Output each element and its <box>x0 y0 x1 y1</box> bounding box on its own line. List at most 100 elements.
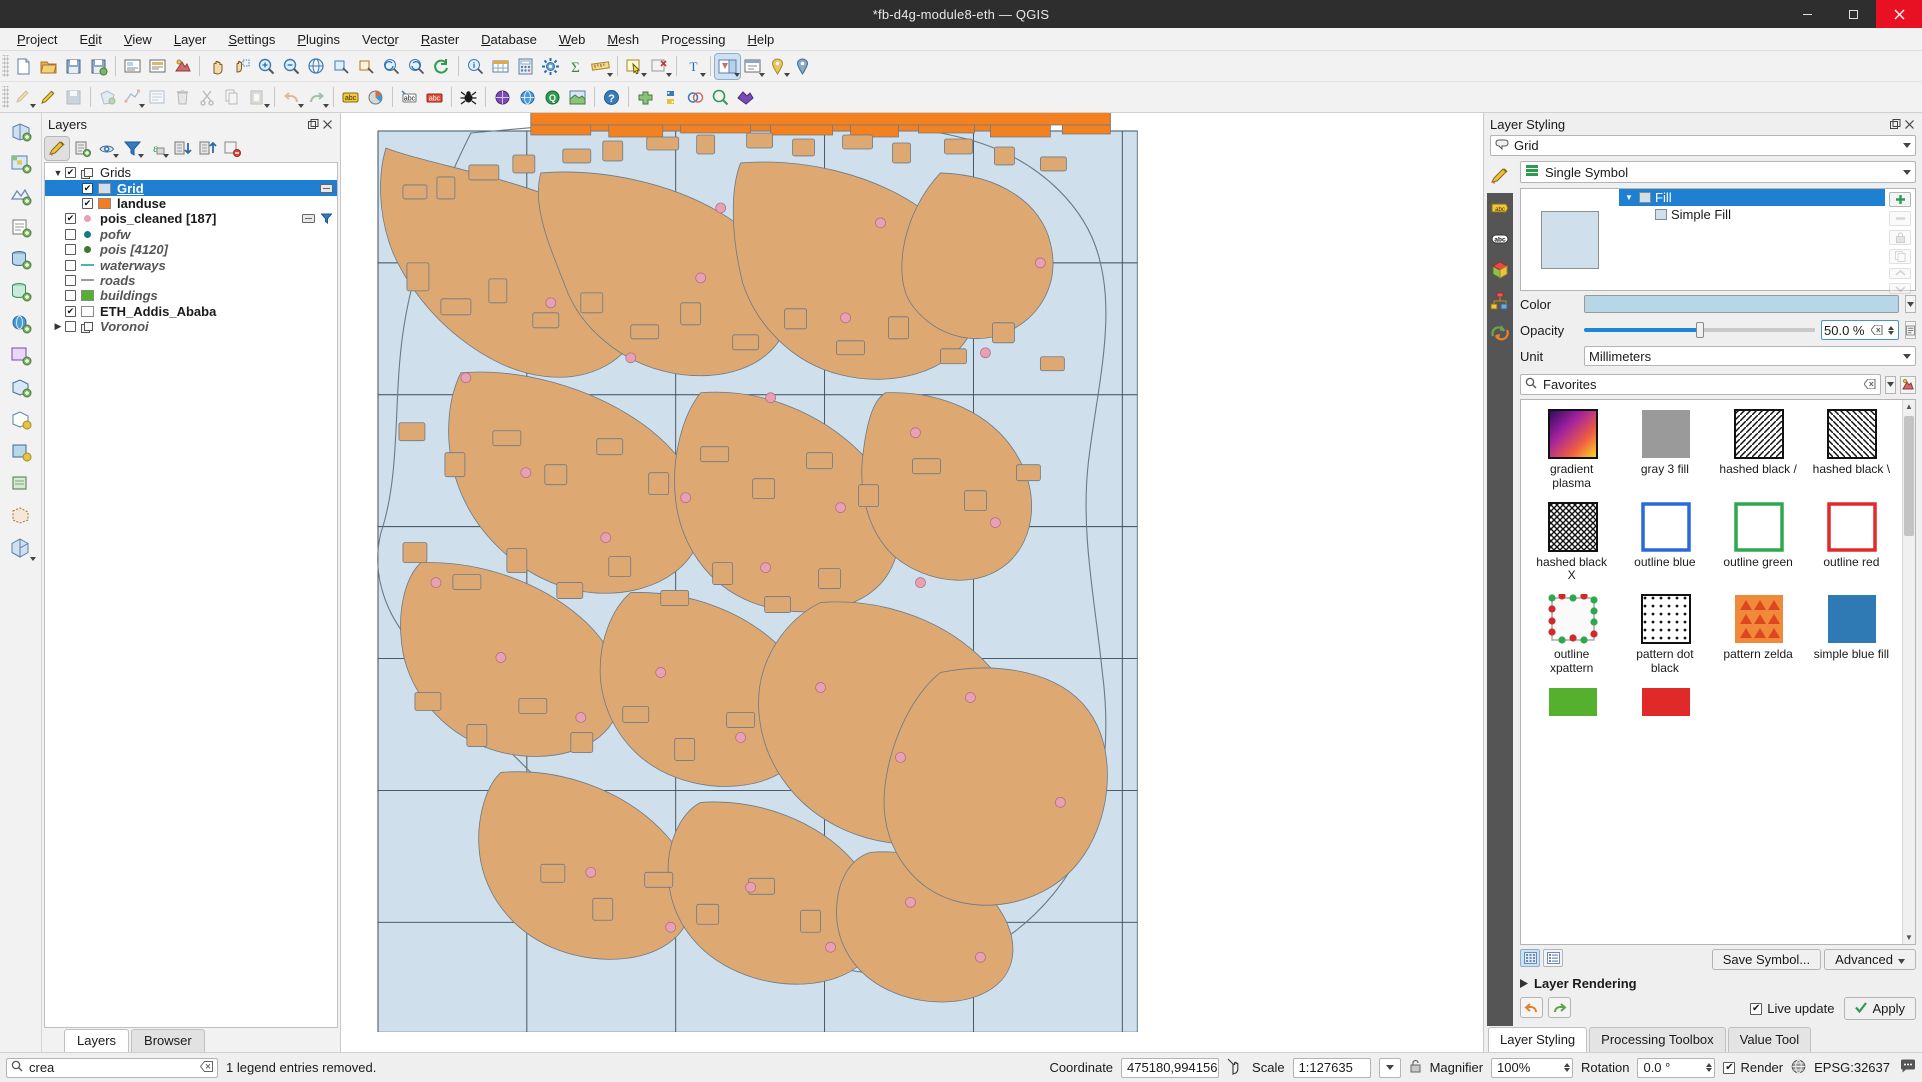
openlayers-button[interactable] <box>565 85 590 110</box>
opacity-data-defined-icon[interactable] <box>1905 321 1916 339</box>
symbol-gallery-item[interactable] <box>1618 686 1711 751</box>
lock-symbol-layer-button[interactable] <box>1889 230 1911 245</box>
scroll-up-icon[interactable]: ▲ <box>1903 400 1915 413</box>
move-symbol-layer-up-button[interactable] <box>1889 268 1911 279</box>
icon-view-button[interactable] <box>1520 949 1540 967</box>
symbol-gallery-item[interactable]: outline green <box>1712 501 1805 594</box>
layer-visibility-checkbox[interactable] <box>65 259 76 271</box>
filter-legend-expression-button[interactable]: ε <box>145 137 169 160</box>
menu-web[interactable]: Web <box>548 29 597 50</box>
zoom-last-button[interactable] <box>379 54 404 79</box>
pan-map-button[interactable] <box>204 54 229 79</box>
paste-features-button[interactable] <box>245 85 270 110</box>
maximize-button[interactable] <box>1830 0 1876 28</box>
symbol-gallery-item[interactable]: simple blue fill <box>1805 593 1898 686</box>
map-canvas-container[interactable] <box>341 113 1484 1052</box>
edit-buffer-icon[interactable] <box>319 182 334 195</box>
zoom-to-layer-button[interactable] <box>354 54 379 79</box>
close-icon[interactable] <box>1902 117 1916 131</box>
style-manager-button[interactable] <box>170 54 195 79</box>
tab-browser[interactable]: Browser <box>131 1029 205 1052</box>
tab-layers[interactable]: Layers <box>64 1029 130 1052</box>
expand-collapse-icon[interactable]: ▼ <box>51 168 65 178</box>
refresh-button[interactable] <box>429 54 454 79</box>
symbology-tab-icon[interactable] <box>1486 162 1514 190</box>
deselect-features-button[interactable] <box>647 54 672 79</box>
web-browser-button[interactable] <box>515 85 540 110</box>
apply-button[interactable]: Apply <box>1844 997 1916 1020</box>
color-dropdown-icon[interactable] <box>1905 295 1916 313</box>
layer-row[interactable]: ETH_Addis_Ababa <box>45 304 337 319</box>
diagram-properties-button[interactable] <box>363 85 388 110</box>
style-manager-icon[interactable] <box>1900 375 1916 394</box>
save-project-as-button[interactable] <box>86 54 111 79</box>
symbol-gallery-item[interactable]: outline blue <box>1618 501 1711 594</box>
add-polygon-feature-button[interactable] <box>95 85 120 110</box>
menu-view[interactable]: View <box>113 29 163 50</box>
unit-selector[interactable]: Millimeters <box>1584 346 1916 366</box>
lock-scale-icon[interactable] <box>1409 1059 1422 1077</box>
delete-selected-button[interactable] <box>170 85 195 110</box>
opacity-slider[interactable] <box>1584 321 1815 339</box>
symbol-gallery-item[interactable]: gradient plasma <box>1525 408 1618 501</box>
add-mesh-layer-button[interactable] <box>6 181 36 211</box>
menu-processing[interactable]: Processing <box>650 29 736 50</box>
add-group-button[interactable] <box>70 137 94 160</box>
zoom-out-button[interactable] <box>279 54 304 79</box>
scale-dropdown-button[interactable] <box>1378 1057 1401 1078</box>
opacity-spinbox[interactable]: 50.0 % <box>1821 320 1899 340</box>
move-symbol-layer-down-button[interactable] <box>1889 283 1911 294</box>
menu-mesh[interactable]: Mesh <box>596 29 650 50</box>
layer-labeling-button[interactable]: abc <box>338 85 363 110</box>
metasearch-button[interactable] <box>490 85 515 110</box>
clear-search-icon[interactable] <box>199 1060 213 1075</box>
symbol-gallery-item[interactable]: hashed black \ <box>1805 408 1898 501</box>
add-delimited-text-layer-button[interactable] <box>6 213 36 243</box>
geoprocessing-button[interactable] <box>683 85 708 110</box>
add-geo-tag-button[interactable] <box>765 54 790 79</box>
renderer-selector[interactable]: Single Symbol <box>1520 161 1916 183</box>
zoom-locator-button[interactable] <box>708 85 733 110</box>
layer-row[interactable]: ▼ Grids <box>45 165 337 180</box>
scale-field[interactable]: 1:127635 <box>1292 1057 1371 1078</box>
layer-row[interactable]: roads <box>45 273 337 288</box>
expand-triangle-icon[interactable] <box>1520 976 1528 991</box>
symbol-gallery-item[interactable] <box>1525 686 1618 751</box>
styling-redo-button[interactable] <box>1548 997 1571 1018</box>
magnifier-stepper[interactable] <box>1564 1063 1571 1072</box>
layer-visibility-checkbox[interactable] <box>65 290 76 302</box>
highlight-labels-button[interactable]: abc <box>422 85 447 110</box>
symbol-layer-tree[interactable]: ▼ Fill Simple Fill <box>1619 189 1885 290</box>
add-vector-layer-button[interactable] <box>6 117 36 147</box>
opacity-stepper[interactable] <box>1885 325 1896 335</box>
qgis2web-button[interactable]: Q <box>540 85 565 110</box>
expand-all-button[interactable] <box>170 137 194 160</box>
live-update-check-icon[interactable] <box>1750 1002 1763 1015</box>
pan-to-selection-button[interactable] <box>229 54 254 79</box>
rotation-spinbox[interactable]: 0.0 ° <box>1637 1057 1716 1078</box>
symbol-search-input[interactable]: Favorites <box>1520 374 1881 395</box>
chevron-down-icon[interactable] <box>1903 353 1911 359</box>
open-layer-styling-panel-button[interactable] <box>44 136 70 161</box>
collapse-all-button[interactable] <box>195 137 219 160</box>
identify-features-button[interactable]: i <box>463 54 488 79</box>
current-edits-button[interactable] <box>11 85 36 110</box>
add-raster-layer-button[interactable] <box>6 149 36 179</box>
save-project-button[interactable] <box>61 54 86 79</box>
filter-icon[interactable] <box>319 212 334 225</box>
layer-visibility-checkbox[interactable] <box>65 305 76 317</box>
layer-row[interactable]: pois [4120] <box>45 242 337 257</box>
layer-row[interactable]: waterways <box>45 257 337 273</box>
layer-visibility-checkbox[interactable] <box>65 228 76 240</box>
menu-vector[interactable]: Vector <box>351 29 410 50</box>
menu-project[interactable]: Project <box>6 29 68 50</box>
chevron-down-icon[interactable] <box>1903 169 1911 175</box>
epsg-label[interactable]: EPSG:32637 <box>1814 1060 1890 1075</box>
3d-view-tab-icon[interactable] <box>1489 259 1511 281</box>
scrollbar-thumb[interactable] <box>1904 416 1914 536</box>
clear-search-icon[interactable] <box>1863 377 1876 392</box>
layer-rendering-section[interactable]: Layer Rendering <box>1520 972 1916 995</box>
menu-edit[interactable]: Edit <box>68 29 112 50</box>
add-3d-layer-button[interactable] <box>6 533 36 563</box>
symbol-gallery-item[interactable]: outline red <box>1805 501 1898 594</box>
